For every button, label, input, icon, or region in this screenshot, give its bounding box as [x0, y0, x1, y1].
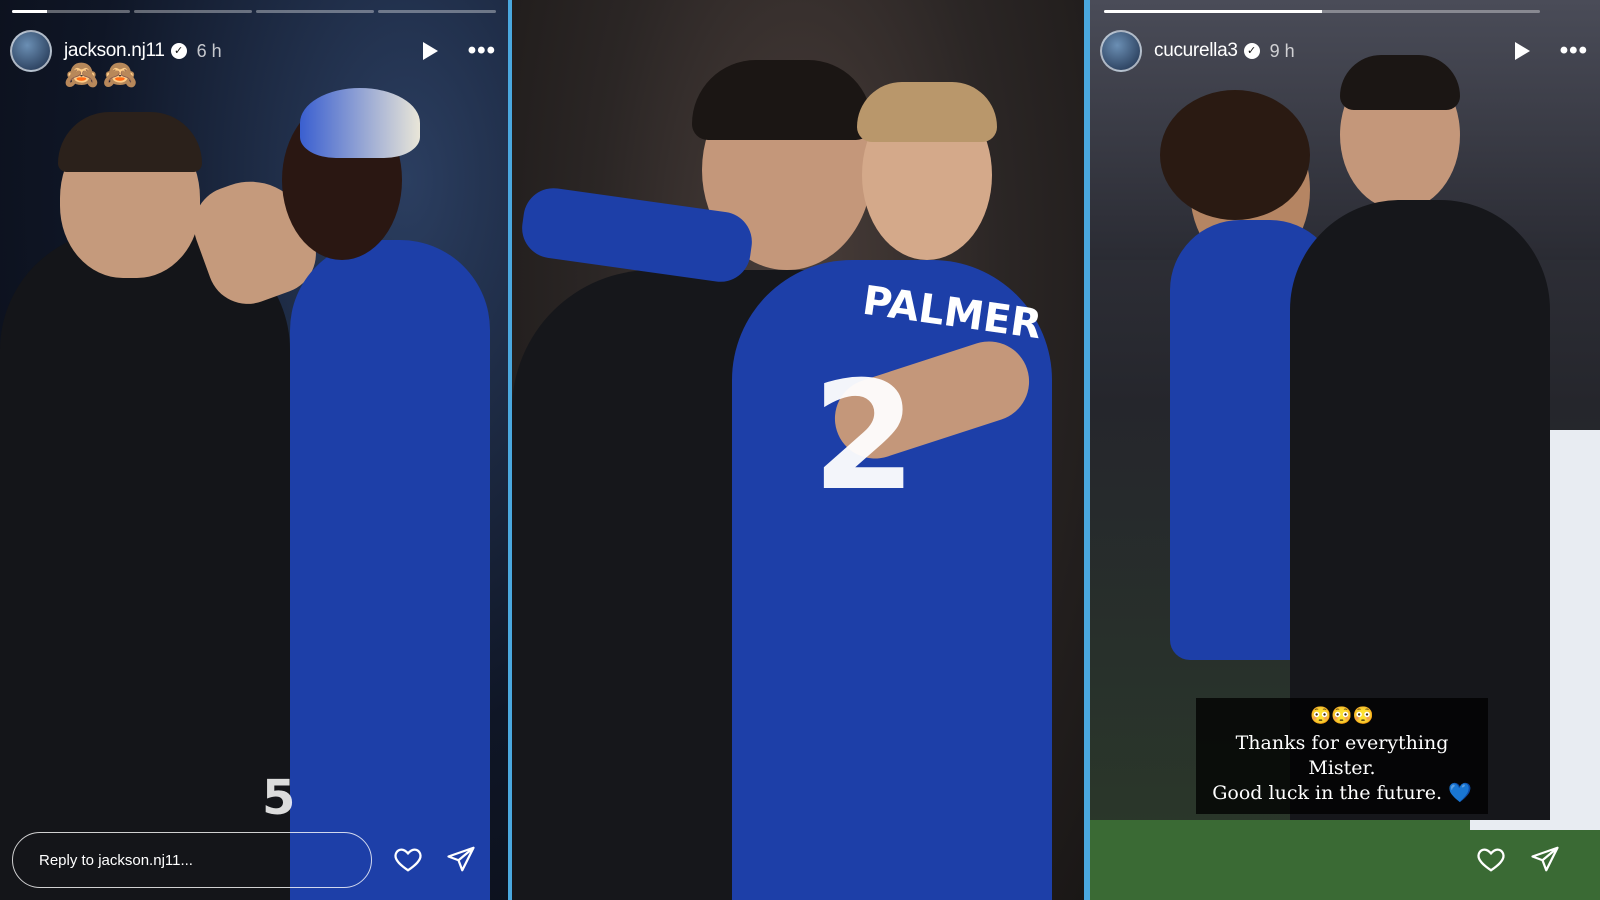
- story-panel-jackson: 5 jackson.nj11 ✓ 6 h ••• 🙈🙈 Reply to jac…: [0, 0, 508, 900]
- progress-segment: [12, 10, 130, 13]
- story-panel-cucurella: cucurella3 ✓ 9 h ••• 😳😳😳 Thanks for ever…: [1090, 0, 1600, 900]
- player-hair: [857, 82, 997, 142]
- story-caption: 😳😳😳 Thanks for everything Mister. Good l…: [1196, 698, 1488, 814]
- verified-icon: ✓: [1243, 43, 1260, 59]
- coach-hair: [58, 112, 202, 172]
- more-icon[interactable]: •••: [1560, 39, 1588, 63]
- story-photo: 5: [0, 0, 508, 900]
- more-icon[interactable]: •••: [468, 39, 496, 63]
- timestamp: 9 h: [1269, 40, 1295, 61]
- avatar[interactable]: [10, 30, 52, 72]
- username[interactable]: cucurella3: [1154, 40, 1238, 62]
- emoji-sticker: 🙈🙈: [64, 59, 142, 90]
- story-progress: [12, 10, 496, 13]
- shirt-number: 2: [812, 350, 917, 524]
- shirt-number: 5: [262, 770, 296, 826]
- reply-placeholder: Reply to jackson.nj11...: [39, 851, 193, 869]
- progress-segment: [378, 10, 496, 13]
- caption-emojis: 😳😳😳: [1310, 706, 1374, 726]
- story-header: cucurella3 ✓ 9 h •••: [1100, 30, 1588, 72]
- caption-line-2: Good luck in the future. 💙: [1212, 782, 1472, 804]
- send-icon[interactable]: [446, 844, 476, 874]
- player-hair: [1160, 90, 1310, 220]
- play-icon[interactable]: [1514, 42, 1530, 60]
- story-progress: [1104, 10, 1540, 13]
- progress-segment: [256, 10, 374, 13]
- story-photo: PALMER 2: [512, 0, 1084, 900]
- player-figure: [290, 240, 490, 900]
- reply-input[interactable]: Reply to jackson.nj11...: [12, 832, 372, 888]
- coach-figure: [0, 230, 290, 900]
- progress-segment: [134, 10, 252, 13]
- heart-icon[interactable]: [393, 844, 423, 874]
- player-hair: [300, 88, 420, 158]
- avatar[interactable]: [1100, 30, 1142, 72]
- coach-hair: [692, 60, 872, 140]
- progress-segment: [1104, 10, 1540, 13]
- pitch: [1090, 820, 1600, 900]
- heart-icon[interactable]: [1476, 844, 1506, 874]
- play-icon[interactable]: [422, 42, 438, 60]
- timestamp: 6 h: [196, 40, 222, 61]
- send-icon[interactable]: [1530, 844, 1560, 874]
- photo-panel-palmer: PALMER 2: [512, 0, 1084, 900]
- verified-icon: ✓: [170, 43, 187, 59]
- caption-line-1: Thanks for everything Mister.: [1235, 732, 1449, 779]
